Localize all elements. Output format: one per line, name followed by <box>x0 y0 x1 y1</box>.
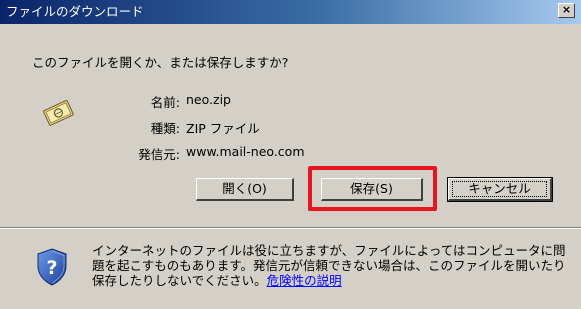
cancel-button[interactable]: キャンセル <box>447 177 553 202</box>
question-text: このファイルを開くか、または保存しますか? <box>32 55 289 70</box>
title-bar: ファイルのダウンロード × <box>0 0 581 24</box>
warning-message: インターネットのファイルは役に立ちますが、ファイルによってはコンピュータに問題を… <box>92 243 572 288</box>
close-button[interactable]: × <box>558 3 575 18</box>
save-highlight-annotation <box>308 166 437 211</box>
name-value: neo.zip <box>186 92 231 107</box>
svg-text:?: ? <box>46 257 57 279</box>
divider-highlight <box>0 228 581 229</box>
source-label: 発信元: <box>138 147 180 162</box>
risk-explanation-link[interactable]: 危険性の説明 <box>267 273 342 288</box>
open-button[interactable]: 開く(O) <box>196 178 294 201</box>
zip-file-icon <box>43 99 74 126</box>
type-value: ZIP ファイル <box>186 121 260 136</box>
shield-question-icon: ? <box>37 248 67 286</box>
focus-rectangle <box>452 181 547 197</box>
name-label: 名前: <box>150 95 180 110</box>
file-download-dialog: ファイルのダウンロード × このファイルを開くか、または保存しますか? 名前: … <box>0 0 581 309</box>
window-title: ファイルのダウンロード <box>6 4 144 19</box>
type-label: 種類: <box>150 121 180 136</box>
source-value: www.mail-neo.com <box>186 144 305 159</box>
